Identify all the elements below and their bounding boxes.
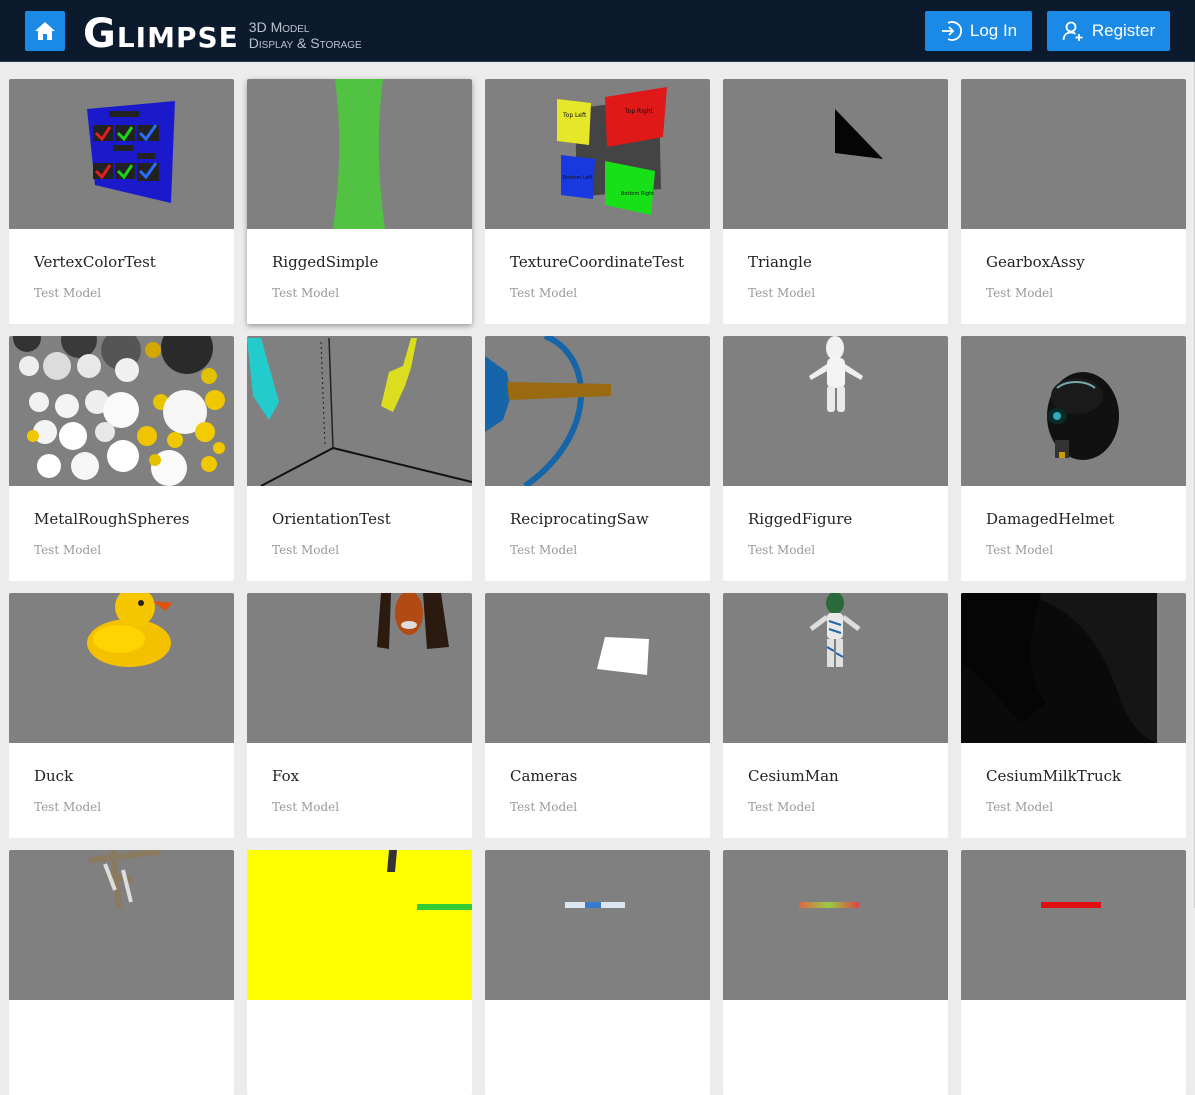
model-thumbnail [485,850,710,1000]
model-subtitle: Test Model [272,286,340,300]
model-thumbnail [9,593,234,743]
model-thumbnail [247,593,472,743]
model-card[interactable]: RiggedSimple Test Model [247,79,472,324]
model-subtitle: Test Model [510,286,578,300]
model-card[interactable]: CesiumMilkTruck Test Model [961,593,1186,838]
model-title: Duck [34,767,74,785]
model-card[interactable] [961,850,1186,1095]
model-title: OrientationTest [272,510,391,528]
model-thumbnail: Top Left Top Right Bottom Left Bottom Ri… [485,79,710,229]
model-card[interactable]: Top Left Top Right Bottom Left Bottom Ri… [485,79,710,324]
model-card[interactable]: VertexColorTest Test Model [9,79,234,324]
model-card[interactable] [485,850,710,1095]
model-subtitle: Test Model [986,800,1054,814]
model-thumbnail [247,79,472,229]
model-title: Cameras [510,767,578,785]
model-thumbnail [9,850,234,1000]
model-card[interactable] [723,850,948,1095]
model-subtitle: Test Model [510,800,578,814]
model-title: Fox [272,767,300,785]
texture-label-bottom-left: Bottom Left [563,175,592,181]
model-subtitle: Test Model [34,543,102,557]
model-subtitle: Test Model [986,286,1054,300]
model-thumbnail [9,336,234,486]
model-card[interactable]: CesiumMan Test Model [723,593,948,838]
model-thumbnail [723,336,948,486]
model-subtitle: Test Model [510,543,578,557]
model-thumbnail [9,79,234,229]
model-thumbnail [961,336,1186,486]
model-subtitle: Test Model [748,800,816,814]
model-title: TextureCoordinateTest [510,253,684,271]
model-thumbnail [723,593,948,743]
model-grid: VertexColorTest Test Model RiggedSimple … [0,0,1195,1095]
model-title: RiggedFigure [748,510,853,528]
model-card[interactable]: OrientationTest Test Model [247,336,472,581]
model-title: Triangle [748,253,812,271]
model-card[interactable]: RiggedFigure Test Model [723,336,948,581]
model-thumbnail [961,593,1186,743]
model-title: CesiumMilkTruck [986,767,1122,785]
model-subtitle: Test Model [34,286,102,300]
model-thumbnail [247,850,472,1000]
model-title: VertexColorTest [34,253,156,271]
model-card[interactable]: GearboxAssy Test Model [961,79,1186,324]
model-card[interactable]: Duck Test Model [9,593,234,838]
model-thumbnail [485,593,710,743]
model-title: DamagedHelmet [986,510,1115,528]
model-title: ReciprocatingSaw [510,510,649,528]
model-thumbnail [961,79,1186,229]
model-subtitle: Test Model [748,543,816,557]
model-subtitle: Test Model [986,543,1054,557]
model-card[interactable]: ReciprocatingSaw Test Model [485,336,710,581]
model-title: CesiumMan [748,767,839,785]
texture-label-bottom-right: Bottom Right [621,191,654,197]
model-card[interactable] [9,850,234,1095]
model-card[interactable]: Cameras Test Model [485,593,710,838]
model-thumbnail [247,336,472,486]
model-subtitle: Test Model [272,800,340,814]
model-subtitle: Test Model [272,543,340,557]
model-thumbnail [485,336,710,486]
model-title: RiggedSimple [272,253,379,271]
model-card[interactable]: MetalRoughSpheres Test Model [9,336,234,581]
model-thumbnail [723,850,948,1000]
model-title: MetalRoughSpheres [34,510,190,528]
model-card[interactable]: DamagedHelmet Test Model [961,336,1186,581]
model-title: GearboxAssy [986,253,1085,271]
model-card[interactable] [247,850,472,1095]
model-card[interactable]: Fox Test Model [247,593,472,838]
model-thumbnail [723,79,948,229]
model-subtitle: Test Model [748,286,816,300]
model-subtitle: Test Model [34,800,102,814]
texture-label-top-left: Top Left [562,112,587,119]
texture-label-top-right: Top Right [624,108,653,115]
model-thumbnail [961,850,1186,1000]
model-card[interactable]: Triangle Test Model [723,79,948,324]
